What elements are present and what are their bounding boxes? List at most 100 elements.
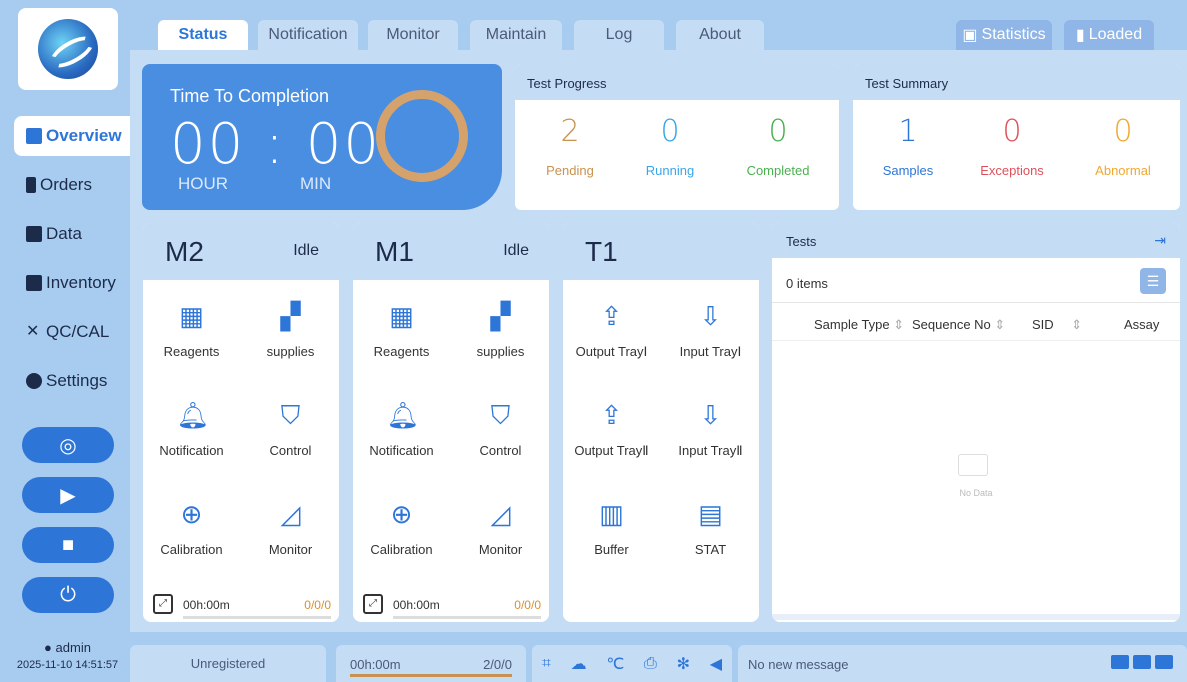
- sidebar-item-settings[interactable]: Settings: [14, 361, 135, 401]
- filter-button[interactable]: ☰: [1140, 268, 1166, 294]
- gauge-icon: ◿: [280, 499, 301, 529]
- supplies-button[interactable]: ▞ supplies: [452, 282, 549, 381]
- calibration-button[interactable]: ⊕ Calibration: [143, 480, 240, 579]
- column-sid[interactable]: SID ⇕: [1032, 317, 1082, 333]
- notification-button[interactable]: 🔔︎ Notification: [353, 381, 450, 480]
- tab-about[interactable]: About: [676, 20, 764, 50]
- module-progress-bar: [183, 616, 331, 619]
- card-title: Test Summary: [853, 64, 1180, 100]
- cloud-icon[interactable]: ☁: [571, 654, 587, 674]
- keyboard-icon[interactable]: [1155, 655, 1173, 669]
- upload-icon: ⇪: [600, 301, 623, 331]
- tests-count: 0 items: [786, 276, 828, 291]
- monitor-icon: [26, 128, 42, 144]
- supplies-button[interactable]: ▞ supplies: [242, 282, 339, 381]
- registration-text: Unregistered: [190, 656, 266, 671]
- monitor-button[interactable]: ◿ Monitor: [452, 480, 549, 579]
- module-state: Idle: [503, 242, 529, 259]
- hour-label: HOUR: [178, 174, 229, 193]
- cell-label: Monitor: [478, 542, 523, 557]
- sidebar-item-label: Overview: [46, 126, 122, 145]
- username: admin: [55, 640, 91, 655]
- sidebar-item-qc-cal[interactable]: ✕ QC/CAL: [14, 312, 135, 352]
- datetime: 2025-11-10 14:51:57: [16, 659, 119, 671]
- shield-icon: ⛉: [280, 400, 301, 430]
- gauge-icon: ◎: [59, 434, 77, 457]
- cell-label: Notification: [369, 443, 434, 458]
- output-tray-2-button[interactable]: ⇪ Output TrayⅡ: [563, 381, 660, 480]
- tube-icon: [26, 177, 36, 193]
- cell-label: Reagents: [373, 344, 430, 359]
- diagnostics-button[interactable]: ◎: [22, 427, 114, 463]
- tab-loaded[interactable]: ▮ Loaded: [1064, 20, 1154, 50]
- scanner-icon[interactable]: ⌗: [542, 655, 551, 673]
- gauge-icon: ◿: [490, 499, 511, 529]
- download-icon: ⇩: [699, 301, 722, 331]
- sidebar-item-data[interactable]: Data: [14, 214, 135, 254]
- buffer-button[interactable]: ▥ Buffer: [563, 480, 660, 579]
- stat-button[interactable]: ▤ STAT: [662, 480, 759, 579]
- chart-icon: [26, 226, 42, 242]
- volume-icon[interactable]: ◀: [710, 654, 722, 674]
- cell-label: Control: [479, 443, 522, 458]
- tab-statistics[interactable]: ▣ Statistics: [956, 20, 1052, 50]
- fan-icon[interactable]: ✻: [677, 654, 690, 674]
- export-icon[interactable]: ⇥: [1154, 232, 1166, 249]
- column-sequence-no[interactable]: Sequence No ⇕: [912, 317, 1005, 333]
- sidebar-item-orders[interactable]: Orders: [14, 165, 135, 205]
- stat-completed: 0 Completed: [723, 114, 833, 178]
- sidebar-item-overview[interactable]: Overview: [14, 116, 135, 156]
- reagents-button[interactable]: ▦ Reagents: [353, 282, 450, 381]
- column-label: SID: [1032, 317, 1054, 332]
- clipboard-icon: ▣: [962, 27, 978, 44]
- module-time: 00h:00m: [393, 598, 440, 612]
- bell-icon: 🔔︎: [386, 400, 420, 430]
- tests-header: Tests ⇥: [772, 222, 1180, 258]
- tools-icon: ✕: [26, 323, 40, 340]
- time-to-completion-panel: Time To Completion 00 : 00 HOUR MIN: [142, 64, 502, 210]
- reagents-button[interactable]: ▦ Reagents: [143, 282, 240, 381]
- notification-button[interactable]: 🔔︎ Notification: [143, 381, 240, 480]
- calibration-button[interactable]: ⊕ Calibration: [353, 480, 450, 579]
- tab-maintain[interactable]: Maintain: [470, 20, 562, 50]
- buffer-icon: ▥: [599, 499, 624, 529]
- window-icon[interactable]: [1133, 655, 1151, 669]
- tab-monitor[interactable]: Monitor: [368, 20, 458, 50]
- column-assay[interactable]: Assay: [1124, 317, 1159, 332]
- stat-value: 0: [768, 114, 788, 149]
- tab-notification[interactable]: Notification: [258, 20, 358, 50]
- temperature-icon[interactable]: ℃: [606, 654, 624, 674]
- module-name: T1: [585, 236, 618, 267]
- module-progress-bar: [393, 616, 541, 619]
- output-tray-1-button[interactable]: ⇪ Output TrayⅠ: [563, 282, 660, 381]
- status-icons: ⌗ ☁ ℃ ⎙ ✻ ◀: [532, 645, 732, 682]
- stop-button[interactable]: ■: [22, 527, 114, 563]
- expand-icon[interactable]: ⤢: [363, 594, 383, 614]
- reagents-icon: ▦: [389, 301, 414, 331]
- expand-icon[interactable]: ⤢: [153, 594, 173, 614]
- input-tray-2-button[interactable]: ⇩ Input TrayⅡ: [662, 381, 759, 480]
- module-name: M2: [165, 236, 204, 267]
- gear-icon: [26, 373, 42, 389]
- sidebar-item-inventory[interactable]: Inventory: [14, 263, 135, 303]
- input-tray-1-button[interactable]: ⇩ Input TrayⅠ: [662, 282, 759, 381]
- control-button[interactable]: ⛉ Control: [242, 381, 339, 480]
- window-icon[interactable]: [1111, 655, 1129, 669]
- stat-samples: 1 Samples: [853, 114, 963, 178]
- start-button[interactable]: ▶: [22, 477, 114, 513]
- printer-icon[interactable]: ⎙: [644, 655, 657, 673]
- empty-text: No Data: [959, 488, 993, 498]
- monitor-button[interactable]: ◿ Monitor: [242, 480, 339, 579]
- stat-label: Completed: [746, 163, 810, 178]
- stat-value: 1: [898, 114, 918, 149]
- power-button[interactable]: ⏻: [22, 577, 114, 613]
- module-footer: ⤢ 00h:00m 0/0/0: [353, 592, 549, 622]
- module-m1-card: M1 Idle ▦ Reagents ▞ supplies 🔔︎ Notificati…: [353, 222, 549, 622]
- cell-label: Monitor: [268, 542, 313, 557]
- control-button[interactable]: ⛉ Control: [452, 381, 549, 480]
- column-sample-type[interactable]: Sample Type ⇕: [814, 317, 904, 333]
- stat-value: 0: [660, 114, 680, 149]
- horizontal-scrollbar[interactable]: [772, 614, 1180, 620]
- tab-log[interactable]: Log: [574, 20, 664, 50]
- tab-status[interactable]: Status: [158, 20, 248, 50]
